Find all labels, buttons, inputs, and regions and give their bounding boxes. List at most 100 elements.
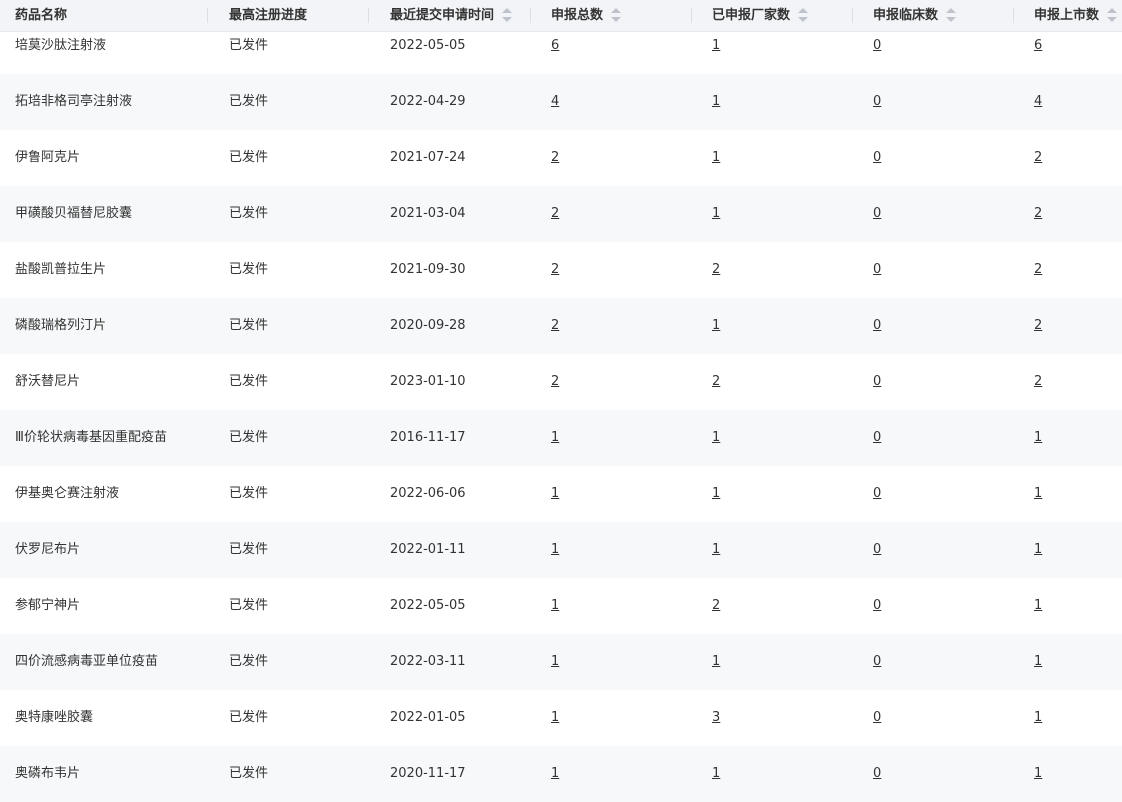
manufacturer-count-link[interactable]: 2 [712, 598, 720, 614]
drug-name: 四价流感病毒亚单位疫苗 [15, 654, 159, 669]
sort-icon[interactable] [1107, 7, 1118, 22]
manufacturer-count-link[interactable]: 3 [712, 710, 720, 726]
manufacturer-count-link[interactable]: 1 [712, 318, 720, 334]
clinical-count-link[interactable]: 0 [873, 318, 881, 334]
column-header-clinical-count[interactable]: 申报临床数 [873, 0, 957, 31]
progress-status: 已发件 [229, 710, 269, 725]
submission-date: 2021-03-04 [390, 206, 466, 221]
manufacturer-count-link[interactable]: 1 [712, 766, 720, 782]
total-applications-link[interactable]: 4 [551, 94, 559, 110]
manufacturer-count-link[interactable]: 1 [712, 94, 720, 110]
total-applications-link[interactable]: 1 [551, 542, 559, 558]
drug-name: 奥磷布韦片 [15, 766, 81, 781]
submission-date: 2022-06-06 [390, 486, 466, 501]
total-applications-link[interactable]: 2 [551, 318, 559, 334]
table-row: Ⅲ价轮状病毒基因重配疫苗 已发件 2016-11-17 1 1 0 1 [0, 410, 1122, 466]
market-count-link[interactable]: 1 [1034, 710, 1042, 726]
clinical-count-link[interactable]: 0 [873, 766, 881, 782]
column-header-label: 药品名称 [15, 8, 68, 23]
table-row: 四价流感病毒亚单位疫苗 已发件 2022-03-11 1 1 0 1 [0, 634, 1122, 690]
submission-date: 2022-04-29 [390, 94, 466, 109]
manufacturer-count-link[interactable]: 1 [712, 542, 720, 558]
table-row: 磷酸瑞格列汀片 已发件 2020-09-28 2 1 0 2 [0, 298, 1122, 354]
manufacturer-count-link[interactable]: 1 [712, 430, 720, 446]
table-row: 舒沃替尼片 已发件 2023-01-10 2 2 0 2 [0, 354, 1122, 410]
clinical-count-link[interactable]: 0 [873, 150, 881, 166]
clinical-count-link[interactable]: 0 [873, 598, 881, 614]
market-count-link[interactable]: 1 [1034, 766, 1042, 782]
clinical-count-link[interactable]: 0 [873, 38, 881, 54]
clinical-count-link[interactable]: 0 [873, 374, 881, 390]
submission-date: 2022-05-05 [390, 38, 466, 53]
drug-name: 甲磺酸贝福替尼胶囊 [15, 206, 133, 221]
column-header-market-count[interactable]: 申报上市数 [1034, 0, 1118, 31]
clinical-count-link[interactable]: 0 [873, 486, 881, 502]
total-applications-link[interactable]: 1 [551, 598, 559, 614]
submission-date: 2021-09-30 [390, 262, 466, 277]
column-header-manufacturer-count[interactable]: 已申报厂家数 [712, 0, 809, 31]
market-count-link[interactable]: 2 [1034, 150, 1042, 166]
submission-date: 2022-01-05 [390, 710, 466, 725]
total-applications-link[interactable]: 1 [551, 766, 559, 782]
total-applications-link[interactable]: 1 [551, 486, 559, 502]
market-count-link[interactable]: 1 [1034, 486, 1042, 502]
manufacturer-count-link[interactable]: 1 [712, 654, 720, 670]
total-applications-link[interactable]: 1 [551, 654, 559, 670]
column-divider [207, 8, 208, 23]
table-row: 伊基奥仑赛注射液 已发件 2022-06-06 1 1 0 1 [0, 466, 1122, 522]
column-divider [852, 8, 853, 23]
column-divider [691, 8, 692, 23]
market-count-link[interactable]: 6 [1034, 38, 1042, 54]
manufacturer-count-link[interactable]: 2 [712, 262, 720, 278]
total-applications-link[interactable]: 2 [551, 150, 559, 166]
drug-name: Ⅲ价轮状病毒基因重配疫苗 [15, 430, 167, 445]
progress-status: 已发件 [229, 38, 269, 53]
market-count-link[interactable]: 1 [1034, 430, 1042, 446]
column-header-label: 申报总数 [551, 8, 604, 23]
clinical-count-link[interactable]: 0 [873, 430, 881, 446]
column-header-latest-submission-date[interactable]: 最近提交申请时间 [390, 0, 513, 31]
column-header-total-applications[interactable]: 申报总数 [551, 0, 622, 31]
total-applications-link[interactable]: 2 [551, 206, 559, 222]
clinical-count-link[interactable]: 0 [873, 262, 881, 278]
progress-status: 已发件 [229, 542, 269, 557]
market-count-link[interactable]: 2 [1034, 318, 1042, 334]
manufacturer-count-link[interactable]: 1 [712, 38, 720, 54]
clinical-count-link[interactable]: 0 [873, 710, 881, 726]
manufacturer-count-link[interactable]: 1 [712, 486, 720, 502]
market-count-link[interactable]: 1 [1034, 654, 1042, 670]
market-count-link[interactable]: 1 [1034, 542, 1042, 558]
market-count-link[interactable]: 1 [1034, 598, 1042, 614]
submission-date: 2021-07-24 [390, 150, 466, 165]
manufacturer-count-link[interactable]: 1 [712, 150, 720, 166]
submission-date: 2022-05-05 [390, 598, 466, 613]
submission-date: 2020-09-28 [390, 318, 466, 333]
market-count-link[interactable]: 2 [1034, 206, 1042, 222]
clinical-count-link[interactable]: 0 [873, 206, 881, 222]
clinical-count-link[interactable]: 0 [873, 542, 881, 558]
sort-icon[interactable] [798, 7, 809, 22]
total-applications-link[interactable]: 1 [551, 710, 559, 726]
progress-status: 已发件 [229, 374, 269, 389]
table-row: 奥特康唑胶囊 已发件 2022-01-05 1 3 0 1 [0, 690, 1122, 746]
market-count-link[interactable]: 2 [1034, 262, 1042, 278]
sort-icon[interactable] [946, 7, 957, 22]
market-count-link[interactable]: 4 [1034, 94, 1042, 110]
drug-name: 伊鲁阿克片 [15, 150, 81, 165]
sort-icon[interactable] [611, 7, 622, 22]
total-applications-link[interactable]: 1 [551, 430, 559, 446]
total-applications-link[interactable]: 2 [551, 374, 559, 390]
sort-icon[interactable] [502, 7, 513, 22]
total-applications-link[interactable]: 6 [551, 38, 559, 54]
manufacturer-count-link[interactable]: 1 [712, 206, 720, 222]
clinical-count-link[interactable]: 0 [873, 94, 881, 110]
table-body: 培莫沙肽注射液 已发件 2022-05-05 6 1 0 6 拓培非格司亭注射液… [0, 32, 1122, 802]
column-header-label: 申报临床数 [873, 8, 939, 23]
progress-status: 已发件 [229, 94, 269, 109]
market-count-link[interactable]: 2 [1034, 374, 1042, 390]
total-applications-link[interactable]: 2 [551, 262, 559, 278]
clinical-count-link[interactable]: 0 [873, 654, 881, 670]
drug-name: 伊基奥仑赛注射液 [15, 486, 120, 501]
table-row: 甲磺酸贝福替尼胶囊 已发件 2021-03-04 2 1 0 2 [0, 186, 1122, 242]
manufacturer-count-link[interactable]: 2 [712, 374, 720, 390]
